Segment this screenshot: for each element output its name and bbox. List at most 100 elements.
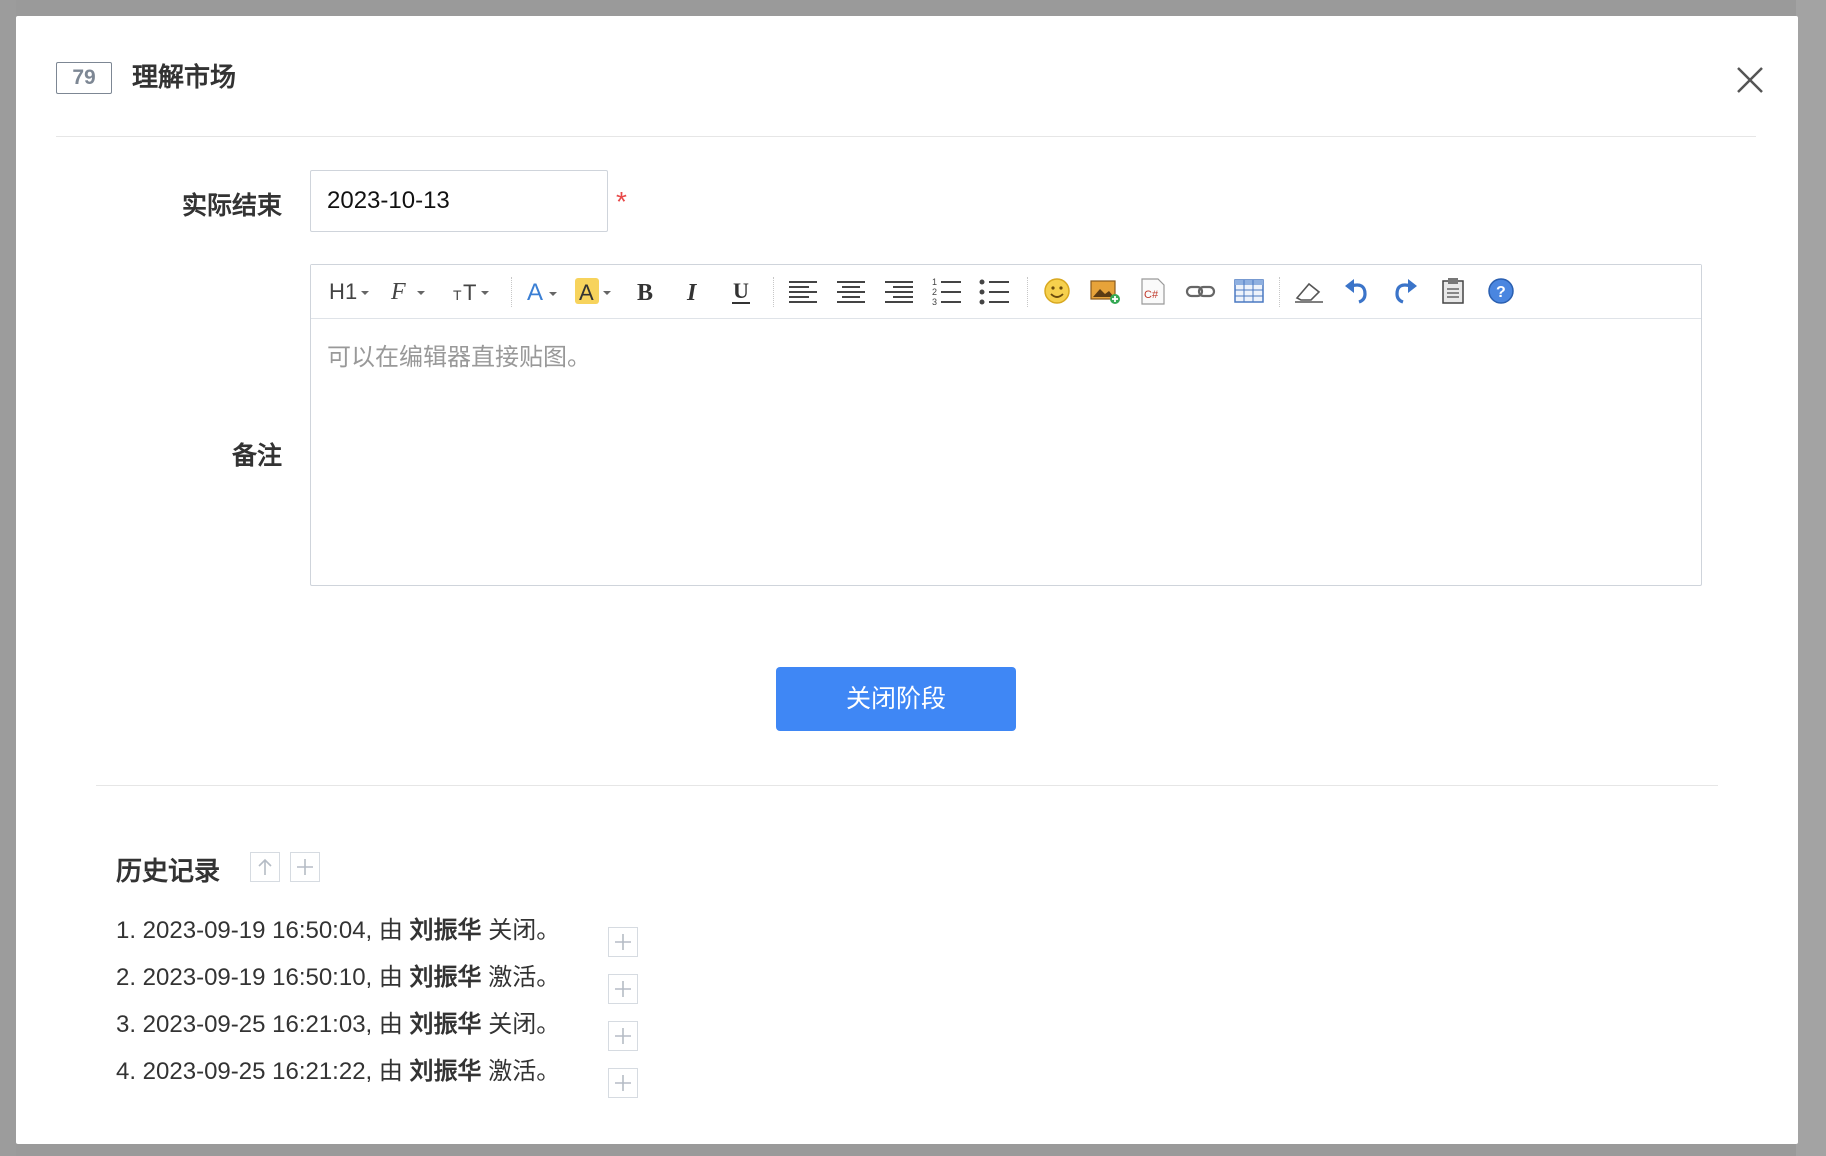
eraser-button[interactable]: [1291, 273, 1327, 309]
eraser-icon: [1295, 282, 1323, 303]
align-left-button[interactable]: [785, 273, 821, 309]
code-icon: C#: [1141, 278, 1165, 305]
align-right-icon: [885, 281, 913, 303]
font-color-button[interactable]: A: [525, 273, 565, 309]
background-left-edge: [0, 0, 16, 1156]
svg-text:B: B: [637, 280, 653, 306]
link-button[interactable]: [1183, 273, 1219, 309]
required-mark: *: [616, 186, 627, 217]
highlight-color-icon: A: [575, 278, 611, 305]
editor-toolbar: H 1 F T T A A B I U 1 2 3 C# ?: [311, 265, 1701, 319]
history-expand-all-button[interactable]: [290, 852, 320, 882]
redo-icon: [1395, 279, 1417, 304]
italic-button[interactable]: I: [677, 273, 711, 309]
code-button[interactable]: C#: [1135, 273, 1171, 309]
align-right-button[interactable]: [881, 273, 917, 309]
history-item-text: 4. 2023-09-25 16:21:22, 由: [116, 1058, 410, 1085]
unordered-list-icon: [979, 279, 1009, 305]
heading-button[interactable]: H 1: [327, 273, 375, 309]
undo-icon: [1345, 279, 1367, 304]
svg-text:?: ?: [1496, 284, 1506, 301]
history-item-text: 2. 2023-09-19 16:50:10, 由: [116, 964, 410, 991]
align-center-icon: [837, 281, 865, 303]
bold-button[interactable]: B: [629, 273, 663, 309]
ordered-list-button[interactable]: 123: [929, 273, 965, 309]
insert-image-button[interactable]: [1087, 273, 1123, 309]
emoji-button[interactable]: [1039, 273, 1075, 309]
ordered-list-icon: 123: [932, 277, 961, 306]
history-item-action: 关闭。: [481, 1011, 561, 1038]
svg-text:F: F: [390, 279, 406, 305]
paste-button[interactable]: [1435, 273, 1471, 309]
history-item-text: 3. 2023-09-25 16:21:03, 由: [116, 1011, 410, 1038]
svg-text:A: A: [527, 279, 543, 306]
toolbar-separator: [1279, 277, 1280, 307]
background-right-edge: [1796, 0, 1826, 1156]
history-item: 1. 2023-09-19 16:50:04, 由 刘振华 关闭。: [116, 911, 560, 951]
bold-icon: B: [637, 280, 653, 306]
history-item-action: 激活。: [481, 1058, 561, 1085]
plus-icon: [615, 981, 631, 997]
italic-icon: I: [686, 280, 698, 306]
history-item-user: 刘振华: [409, 917, 482, 944]
remark-label: 备注: [231, 442, 282, 470]
toolbar-separator: [1027, 277, 1028, 307]
help-icon: ?: [1488, 278, 1514, 304]
history-item: 2. 2023-09-19 16:50:10, 由 刘振华 激活。: [116, 958, 560, 998]
history-title: 历史记录: [116, 856, 221, 886]
svg-text:2: 2: [932, 287, 937, 297]
history-item-expand-button[interactable]: [608, 927, 638, 957]
history-item-expand-button[interactable]: [608, 974, 638, 1004]
font-size-button[interactable]: T T: [451, 273, 495, 309]
history-item: 4. 2023-09-25 16:21:22, 由 刘振华 激活。: [116, 1052, 560, 1092]
actual-end-label: 实际结束: [181, 192, 282, 220]
svg-text:1: 1: [345, 279, 357, 304]
actual-end-date-input[interactable]: [310, 170, 608, 232]
svg-text:1: 1: [932, 277, 937, 287]
emoji-icon: [1044, 278, 1070, 304]
table-button[interactable]: [1231, 273, 1267, 309]
svg-text:T: T: [453, 287, 462, 303]
underline-button[interactable]: U: [725, 273, 759, 309]
heading-icon: H 1: [329, 279, 369, 304]
align-left-icon: [789, 281, 817, 303]
plus-icon: [615, 934, 631, 950]
history-item-user: 刘振华: [409, 964, 482, 991]
dialog-title: 理解市场: [132, 62, 237, 92]
help-button[interactable]: ?: [1483, 273, 1519, 309]
close-stage-button[interactable]: 关闭阶段: [776, 667, 1016, 731]
toolbar-separator: [511, 277, 512, 307]
history-item-action: 激活。: [481, 964, 561, 991]
svg-text:T: T: [463, 280, 476, 305]
rich-text-editor: H 1 F T T A A B I U 1 2 3 C# ? 可以在编辑器直接贴…: [310, 264, 1702, 586]
history-item-user: 刘振华: [409, 1011, 482, 1038]
arrow-up-icon: [258, 858, 272, 875]
highlight-color-button[interactable]: A: [573, 273, 617, 309]
toolbar-separator: [773, 277, 774, 307]
table-icon: [1234, 279, 1264, 303]
plus-icon: [615, 1075, 631, 1091]
svg-text:C#: C#: [1144, 289, 1159, 301]
dialog-header: 79 理解市场: [56, 16, 1763, 137]
editor-content-area[interactable]: 可以在编辑器直接贴图。: [311, 319, 1701, 585]
unordered-list-button[interactable]: [977, 273, 1013, 309]
close-icon: [1737, 67, 1763, 93]
history-item: 3. 2023-09-25 16:21:03, 由 刘振华 关闭。: [116, 1005, 560, 1045]
history-item-expand-button[interactable]: [608, 1068, 638, 1098]
svg-text:3: 3: [932, 297, 937, 306]
history-item-user: 刘振华: [409, 1058, 482, 1085]
link-icon: [1185, 285, 1216, 298]
paste-icon: [1442, 278, 1464, 304]
font-size-icon: T T: [453, 280, 489, 305]
svg-text:H: H: [329, 279, 345, 304]
close-button[interactable]: [1730, 60, 1770, 100]
history-sort-button[interactable]: [250, 852, 280, 882]
align-center-button[interactable]: [833, 273, 869, 309]
editor-placeholder: 可以在编辑器直接贴图。: [327, 344, 591, 371]
font-family-button[interactable]: F: [389, 273, 431, 309]
undo-button[interactable]: [1339, 273, 1375, 309]
history-item-expand-button[interactable]: [608, 1021, 638, 1051]
plus-icon: [615, 1028, 631, 1044]
redo-button[interactable]: [1387, 273, 1423, 309]
svg-text:U: U: [733, 278, 749, 303]
